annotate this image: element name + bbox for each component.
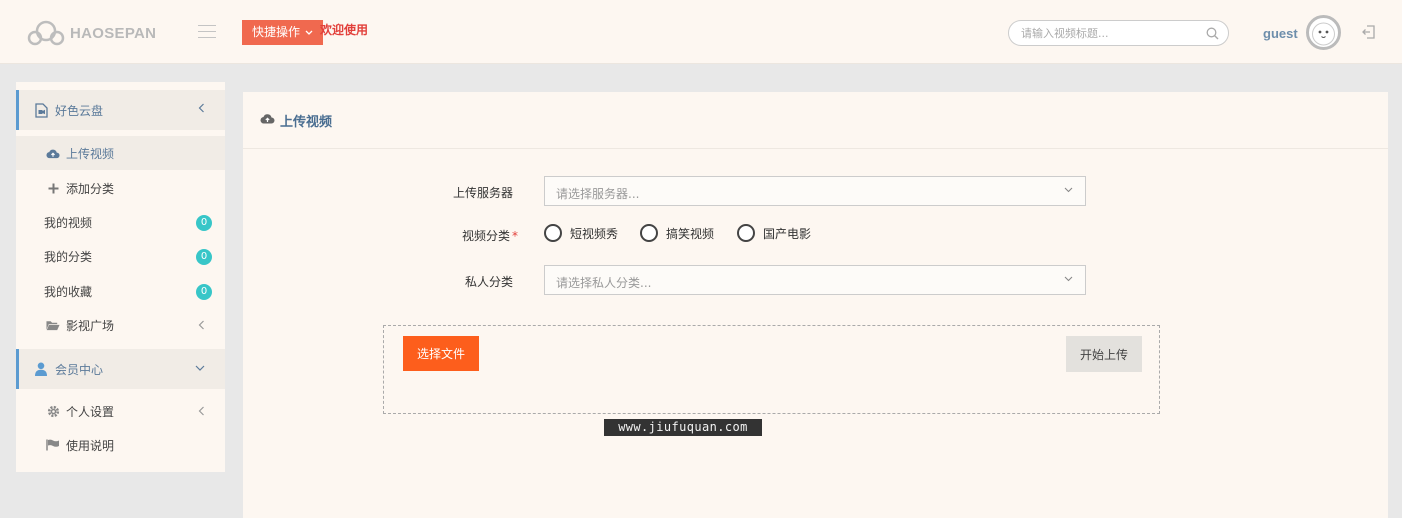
- logo[interactable]: HAOSEPAN: [26, 20, 156, 46]
- sidebar-item-my-videos[interactable]: 我的视频 0: [16, 205, 225, 239]
- cloud-logo-icon: [27, 20, 65, 46]
- category-radio-funny[interactable]: 搞笑视频: [640, 224, 714, 242]
- start-upload-button[interactable]: 开始上传: [1066, 336, 1142, 372]
- required-mark: *: [512, 229, 518, 243]
- server-label: 上传服务器: [452, 186, 513, 200]
- radio-circle[interactable]: [737, 224, 755, 242]
- panel-header: 上传视频: [243, 92, 1388, 149]
- category-label-text: 视频分类: [461, 229, 510, 243]
- radio-label: 国产电影: [763, 226, 812, 241]
- avatar[interactable]: [1306, 15, 1341, 50]
- radio-label: 短视频秀: [570, 226, 619, 241]
- gear-icon: [46, 405, 60, 418]
- sidebar-item-label: 我的收藏: [44, 284, 93, 299]
- sidebar-group-label: 好色云盘: [55, 103, 104, 118]
- user-icon: [33, 362, 49, 376]
- search-icon[interactable]: [1206, 27, 1219, 40]
- plus-icon: [46, 183, 60, 194]
- sidebar-item-label: 添加分类: [66, 181, 115, 196]
- count-badge: 0: [196, 215, 212, 231]
- chevron-down-icon: [195, 365, 205, 371]
- private-category-label: 私人分类: [464, 275, 513, 289]
- choose-file-button[interactable]: 选择文件: [403, 336, 479, 371]
- cloud-upload-icon: [46, 148, 60, 159]
- watermark: www.jiufuquan.com: [604, 419, 762, 436]
- upload-panel: 上传视频 上传服务器 请选择服务器... 视频分类 * 短视频秀 搞笑视频 国产电…: [243, 92, 1388, 518]
- sidebar-item-label: 我的分类: [44, 249, 93, 264]
- sidebar-group-haose-cloud[interactable]: 好色云盘: [16, 90, 225, 130]
- chevron-left-icon: [198, 320, 204, 330]
- sidebar-item-my-categories[interactable]: 我的分类 0: [16, 239, 225, 273]
- sidebar-item-label: 个人设置: [66, 404, 115, 419]
- sidebar-item-my-favorites[interactable]: 我的收藏 0: [16, 274, 225, 308]
- welcome-text: 欢迎使用: [320, 23, 369, 37]
- search-input[interactable]: [1021, 25, 1201, 41]
- radio-label: 搞笑视频: [666, 226, 715, 241]
- radio-circle[interactable]: [544, 224, 562, 242]
- quick-actions-button[interactable]: 快捷操作: [242, 20, 324, 45]
- server-select-placeholder: 请选择服务器...: [556, 187, 640, 201]
- sidebar-item-label: 我的视频: [44, 215, 93, 230]
- sidebar-item-label: 上传视频: [66, 146, 115, 161]
- search-box: [1008, 20, 1229, 46]
- chevron-down-icon: [1064, 187, 1073, 193]
- cloud-upload-icon: [260, 113, 275, 127]
- chevron-left-icon: [198, 406, 204, 416]
- sidebar-item-personal-settings[interactable]: 个人设置: [16, 394, 225, 428]
- category-radio-domestic-movie[interactable]: 国产电影: [737, 224, 811, 242]
- folder-open-icon: [46, 320, 60, 331]
- private-category-select[interactable]: 请选择私人分类...: [544, 265, 1086, 295]
- quick-actions-label: 快捷操作: [252, 25, 301, 39]
- chevron-left-icon: [198, 103, 204, 113]
- sidebar: 好色云盘 上传视频 添加分类 我的视频 0 我的分类 0 我的收藏 0 影视广场: [16, 82, 225, 472]
- page-title: 上传视频: [280, 114, 333, 130]
- server-select[interactable]: 请选择服务器...: [544, 176, 1086, 206]
- flag-icon: [46, 439, 60, 451]
- chevron-down-icon: [305, 30, 313, 35]
- avatar-face-icon: [1312, 22, 1335, 46]
- count-badge: 0: [196, 249, 212, 265]
- sidebar-group-member-center[interactable]: 会员中心: [16, 349, 225, 389]
- username[interactable]: guest: [1263, 26, 1298, 41]
- sidebar-item-add-category[interactable]: 添加分类: [16, 171, 225, 205]
- radio-circle[interactable]: [640, 224, 658, 242]
- upload-dropzone[interactable]: 选择文件 开始上传: [383, 325, 1160, 414]
- sidebar-item-video-plaza[interactable]: 影视广场: [16, 308, 225, 342]
- sidebar-item-help[interactable]: 使用说明: [16, 428, 225, 462]
- menu-toggle-icon[interactable]: [198, 25, 216, 39]
- logout-icon[interactable]: [1361, 24, 1377, 40]
- private-select-placeholder: 请选择私人分类...: [556, 276, 652, 290]
- sidebar-group-label: 会员中心: [55, 362, 104, 377]
- sidebar-item-label: 影视广场: [66, 318, 115, 333]
- count-badge: 0: [196, 284, 212, 300]
- sidebar-item-upload-video[interactable]: 上传视频: [16, 136, 225, 170]
- category-label: 视频分类 *: [398, 227, 518, 244]
- top-header: HAOSEPAN 快捷操作 欢迎使用 guest: [0, 0, 1402, 64]
- sidebar-item-label: 使用说明: [66, 438, 115, 453]
- video-file-icon: [33, 102, 49, 118]
- logo-text: HAOSEPAN: [70, 24, 157, 42]
- chevron-down-icon: [1064, 276, 1073, 282]
- category-radio-short[interactable]: 短视频秀: [544, 224, 618, 242]
